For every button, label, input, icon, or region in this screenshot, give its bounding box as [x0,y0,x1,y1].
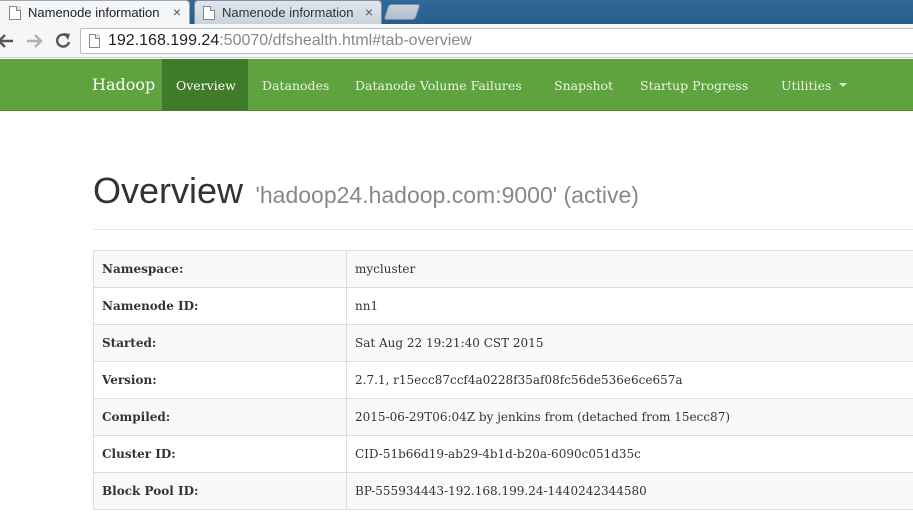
tab-datanode-volume-failures-label: Datanode Volume Failures [355,77,522,93]
table-row: Cluster ID: CID-51b66d19-ab29-4b1d-b20a-… [93,435,913,473]
page-icon [203,5,215,20]
row-key: Compiled: [93,398,347,436]
browser-toolbar: 192.168.199.24:50070/dfshealth.html#tab-… [0,24,913,58]
row-value: nn1 [346,287,913,325]
table-row: Block Pool ID: BP-555934443-192.168.199.… [93,472,913,510]
page-title: Overview [93,170,244,211]
tab-datanodes[interactable]: Datanodes [248,59,343,111]
row-key: Version: [93,361,347,399]
row-value: Sat Aug 22 19:21:40 CST 2015 [346,324,913,362]
hadoop-navbar: Hadoop Overview Datanodes Datanode Volum… [0,59,913,111]
page-icon [9,5,21,20]
table-row: Started: Sat Aug 22 19:21:40 CST 2015 [93,324,913,362]
row-key: Namenode ID: [93,287,347,325]
tab-utilities[interactable]: Utilities [767,59,861,111]
row-key: Block Pool ID: [93,472,347,510]
table-row: Namenode ID: nn1 [93,287,913,325]
browser-tab-strip: Namenode information × Namenode informat… [0,0,913,24]
address-bar[interactable]: 192.168.199.24:50070/dfshealth.html#tab-… [80,28,913,54]
overview-table: Namespace: mycluster Namenode ID: nn1 St… [93,250,913,510]
tab-title: Namenode information [222,5,354,20]
row-value: BP-555934443-192.168.199.24-144024234458… [346,472,913,510]
tab-datanode-volume-failures[interactable]: Datanode Volume Failures [341,59,536,111]
page-subtitle: 'hadoop24.hadoop.com:9000' (active) [255,182,639,208]
tab-overview-label: Overview [176,77,236,93]
brand-logo[interactable]: Hadoop [92,75,155,94]
browser-tab-active[interactable]: Namenode information × [0,0,190,24]
row-value: mycluster [346,250,913,288]
reload-icon[interactable] [51,29,75,53]
back-arrow-icon[interactable] [0,29,18,53]
row-value: CID-51b66d19-ab29-4b1d-b20a-6090c051d35c [346,435,913,473]
tab-title: Namenode information [28,5,160,20]
tab-startup-progress-label: Startup Progress [640,77,749,93]
row-value: 2.7.1, r15ecc87ccf4a0228f35af08fc56de536… [346,361,913,399]
new-tab-button[interactable] [383,4,421,20]
page-header: Overview 'hadoop24.hadoop.com:9000' (act… [93,170,639,212]
row-value: 2015-06-29T06:04Z by jenkins from (detac… [346,398,913,436]
row-key: Cluster ID: [93,435,347,473]
url-path: :50070/dfshealth.html#tab-overview [219,32,472,49]
tab-datanodes-label: Datanodes [262,77,330,93]
url-host: 192.168.199.24 [108,32,220,49]
tab-snapshot-label: Snapshot [554,77,614,93]
table-row: Namespace: mycluster [93,250,913,288]
forward-arrow-icon[interactable] [22,29,46,53]
browser-tab-inactive[interactable]: Namenode information × [194,0,382,24]
tab-utilities-label: Utilities [781,77,832,93]
close-icon[interactable]: × [173,5,181,19]
tab-startup-progress[interactable]: Startup Progress [626,59,762,111]
tab-overview[interactable]: Overview [162,59,248,111]
table-row: Version: 2.7.1, r15ecc87ccf4a0228f35af08… [93,361,913,399]
chevron-down-icon [839,83,848,87]
table-row: Compiled: 2015-06-29T06:04Z by jenkins f… [93,398,913,436]
tab-snapshot[interactable]: Snapshot [540,59,627,111]
row-key: Namespace: [93,250,347,288]
row-key: Started: [93,324,347,362]
header-divider [93,229,913,230]
page-icon [89,34,100,48]
close-icon[interactable]: × [365,5,373,19]
